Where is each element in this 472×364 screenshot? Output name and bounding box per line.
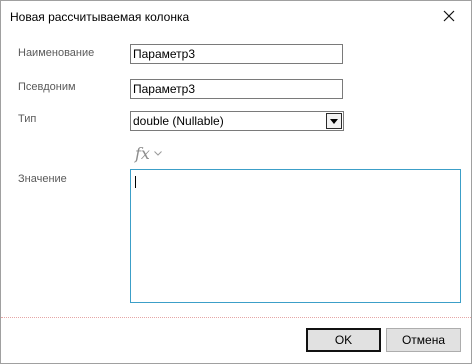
value-label: Значение [18,173,67,185]
text-caret [135,176,136,188]
chevron-down-icon [330,118,338,124]
title-bar: Новая рассчитываемая колонка [1,1,471,31]
type-select[interactable]: double (Nullable) [130,111,344,131]
function-fx-icon: fx [135,144,150,163]
alias-label: Псевдоним [18,81,76,93]
dialog-window: Новая рассчитываемая колонка Наименовани… [0,0,472,364]
type-dropdown-button[interactable] [326,113,342,129]
type-label: Тип [18,113,37,125]
name-field[interactable]: Параметр3 [130,44,343,64]
close-icon [443,10,455,22]
ok-button[interactable]: OK [306,328,381,352]
cancel-button[interactable]: Отмена [386,328,461,352]
name-label: Наименование [18,47,95,59]
alias-field[interactable]: Параметр3 [130,79,343,99]
value-textarea[interactable] [130,169,461,303]
type-selected-value: double (Nullable) [133,114,224,128]
footer-divider [1,317,471,318]
chevron-down-icon [154,151,162,156]
formula-editor-button[interactable]: fx [135,144,162,163]
dialog-title: Новая рассчитываемая колонка [10,10,190,24]
close-button[interactable] [432,2,466,30]
